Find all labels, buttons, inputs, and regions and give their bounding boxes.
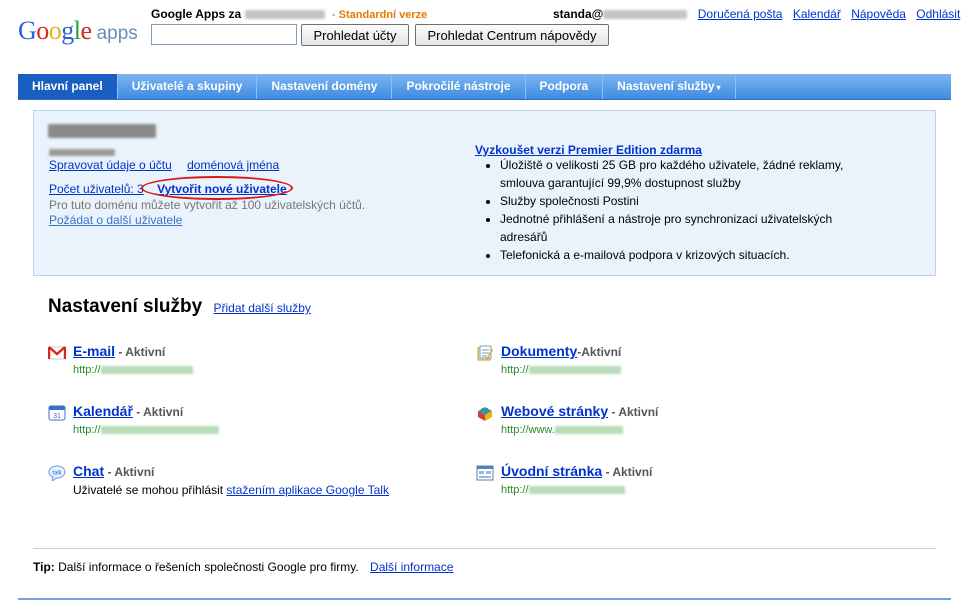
user-limit-note: Pro tuto doménu můžete vytvořit až 100 u… bbox=[49, 198, 366, 212]
account-links: Spravovat údaje o účtu doménová jména bbox=[49, 158, 279, 172]
talk-icon: talk bbox=[48, 465, 66, 481]
chevron-down-icon: ▾ bbox=[716, 83, 721, 92]
user-count-link[interactable]: Počet uživatelů: 3 bbox=[49, 182, 144, 196]
premier-promo: Vyzkoušet verzi Premier Edition zdarma bbox=[475, 143, 702, 157]
user-email: standa@x bbox=[553, 7, 688, 21]
request-more-users: Požádat o další uživatele bbox=[49, 213, 182, 227]
search-accounts-button[interactable]: Prohledat účty bbox=[301, 24, 409, 46]
search-input[interactable] bbox=[151, 24, 297, 45]
sites-icon bbox=[478, 407, 492, 421]
domain-names-link[interactable]: doménová jména bbox=[187, 158, 279, 172]
service-url[interactable]: http://www. bbox=[501, 424, 623, 436]
service-status: - Aktivní bbox=[104, 465, 155, 479]
service-status: - Aktivní bbox=[608, 405, 659, 419]
service-name: Webové stránky - Aktivní bbox=[501, 403, 658, 419]
service-calendar: 31 Kalendář - Aktivní http:// bbox=[48, 403, 448, 443]
service-email: E-mail - Aktivní http:// bbox=[48, 343, 448, 383]
list-item: Úložiště o velikosti 25 GB pro každého u… bbox=[500, 156, 870, 192]
list-item: Služby společnosti Postini bbox=[500, 192, 870, 210]
start-page-icon bbox=[476, 465, 494, 481]
service-name: Chat - Aktivní bbox=[73, 463, 154, 479]
request-more-users-link[interactable]: Požádat o další uživatele bbox=[49, 213, 182, 227]
start-page-link[interactable]: Úvodní stránka bbox=[501, 463, 602, 479]
docs-icon bbox=[477, 345, 493, 361]
divider bbox=[33, 548, 936, 549]
add-services-link[interactable]: Přidat další služby bbox=[214, 301, 311, 315]
edition-label: - Standardní verze bbox=[331, 9, 428, 21]
tip-text: Další informace o řešeních společnosti G… bbox=[58, 560, 359, 574]
list-item: Telefonická a e-mailová podpora v krizov… bbox=[500, 246, 870, 264]
tab-service-settings[interactable]: Nastavení služby ▾ bbox=[603, 74, 736, 99]
services-header: Nastavení služby Přidat další služby bbox=[48, 296, 311, 318]
calendar-service-link[interactable]: Kalendář bbox=[73, 403, 133, 419]
chat-link[interactable]: Chat bbox=[73, 463, 104, 479]
service-status: - Aktivní bbox=[602, 465, 653, 479]
email-link[interactable]: E-mail bbox=[73, 343, 115, 359]
help-link[interactable]: Nápověda bbox=[851, 7, 906, 21]
service-url[interactable]: http:// bbox=[73, 364, 193, 376]
tip: Tip: Další informace o řešeních společno… bbox=[33, 560, 453, 574]
logo-apps: apps bbox=[96, 23, 138, 44]
service-docs: Dokumenty-Aktivní http:// bbox=[476, 343, 876, 383]
service-name: Dokumenty-Aktivní bbox=[501, 343, 621, 359]
tab-dashboard[interactable]: Hlavní panel bbox=[18, 74, 118, 99]
main-nav: Hlavní panel Uživatelé a skupiny Nastave… bbox=[18, 74, 951, 100]
search-help-center-button[interactable]: Prohledat Centrum nápovědy bbox=[415, 24, 609, 46]
logout-link[interactable]: Odhlásit bbox=[916, 7, 960, 21]
svg-text:talk: talk bbox=[52, 471, 62, 477]
premier-features: Úložiště o velikosti 25 GB pro každého u… bbox=[482, 156, 870, 264]
service-url[interactable]: http:// bbox=[73, 424, 219, 436]
service-name: Kalendář - Aktivní bbox=[73, 403, 183, 419]
chat-description: Uživatelé se mohou přihlásit stažením ap… bbox=[73, 483, 389, 497]
gmail-icon bbox=[48, 346, 66, 360]
service-url[interactable]: http:// bbox=[501, 364, 621, 376]
logo-google: Google bbox=[18, 16, 92, 45]
list-item: Jednotné přihlášení a nástroje pro synch… bbox=[500, 210, 870, 246]
domain-subtitle: x bbox=[49, 145, 115, 159]
service-chat: talk Chat - Aktivní Uživatelé se mohou p… bbox=[48, 463, 448, 503]
calendar-link[interactable]: Kalendář bbox=[793, 7, 841, 21]
google-apps-logo[interactable]: Google apps bbox=[18, 16, 138, 48]
tab-domain-settings[interactable]: Nastavení domény bbox=[257, 74, 393, 99]
docs-link[interactable]: Dokumenty bbox=[501, 343, 577, 359]
user-bar: standa@x Doručená pošta Kalendář Nápověd… bbox=[553, 7, 960, 21]
tab-users-groups[interactable]: Uživatelé a skupiny bbox=[118, 74, 258, 99]
service-name: E-mail - Aktivní bbox=[73, 343, 165, 359]
tip-label: Tip: bbox=[33, 560, 55, 574]
sites-link[interactable]: Webové stránky bbox=[501, 403, 608, 419]
title-prefix: Google Apps za bbox=[151, 7, 242, 21]
try-premier-link[interactable]: Vyzkoušet verzi Premier Edition zdarma bbox=[475, 143, 702, 157]
highlight-ellipse bbox=[141, 176, 293, 200]
domain-name: x bbox=[48, 123, 156, 138]
service-status: -Aktivní bbox=[577, 345, 622, 359]
product-title: Google Apps za x - Standardní verze bbox=[151, 7, 427, 21]
tab-support[interactable]: Podpora bbox=[526, 74, 604, 99]
svg-text:31: 31 bbox=[53, 413, 61, 420]
redacted-domain: x bbox=[244, 10, 325, 20]
service-url[interactable]: http:// bbox=[501, 484, 625, 496]
more-info-link[interactable]: Další informace bbox=[370, 560, 453, 574]
manage-account-link[interactable]: Spravovat údaje o účtu bbox=[49, 158, 172, 172]
google-talk-download-link[interactable]: stažením aplikace Google Talk bbox=[226, 483, 389, 497]
services-title: Nastavení služby bbox=[48, 296, 203, 317]
service-start-page: Úvodní stránka - Aktivní http:// bbox=[476, 463, 876, 503]
service-status: - Aktivní bbox=[132, 405, 184, 419]
tab-advanced-tools[interactable]: Pokročilé nástroje bbox=[392, 74, 526, 99]
service-name: Úvodní stránka - Aktivní bbox=[501, 463, 652, 479]
calendar-icon: 31 bbox=[48, 405, 66, 421]
service-sites: Webové stránky - Aktivní http://www. bbox=[476, 403, 876, 443]
service-status: - Aktivní bbox=[115, 345, 166, 359]
inbox-link[interactable]: Doručená pošta bbox=[698, 7, 783, 21]
